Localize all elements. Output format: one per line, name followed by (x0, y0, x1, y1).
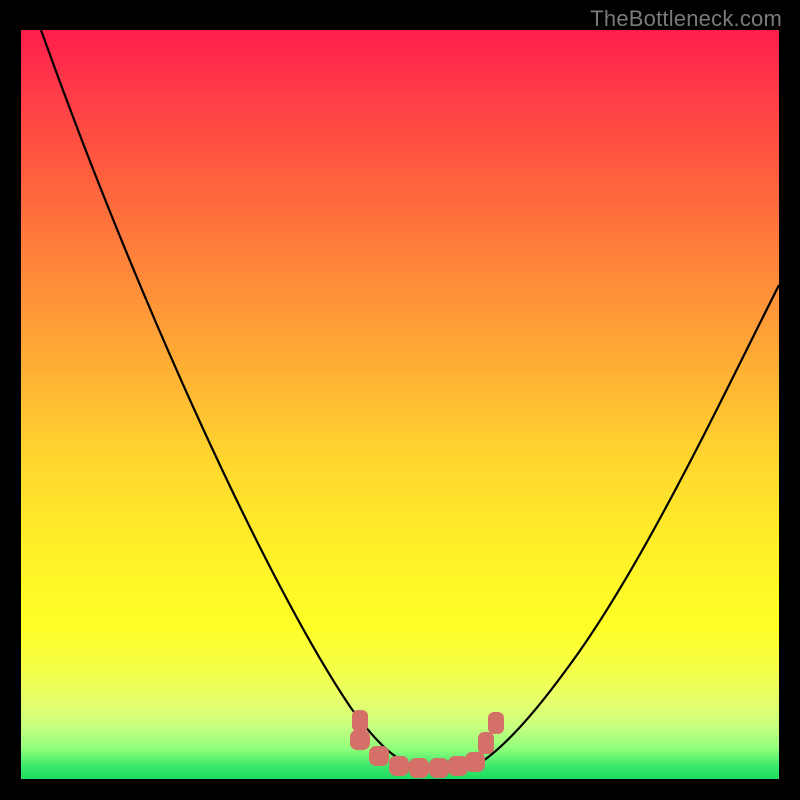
plot-area (21, 30, 779, 779)
bottleneck-curve (21, 30, 779, 779)
chart-frame: TheBottleneck.com (0, 0, 800, 800)
curve-left-branch (41, 30, 411, 765)
curve-right-branch (477, 285, 779, 765)
watermark-text: TheBottleneck.com (590, 6, 782, 32)
